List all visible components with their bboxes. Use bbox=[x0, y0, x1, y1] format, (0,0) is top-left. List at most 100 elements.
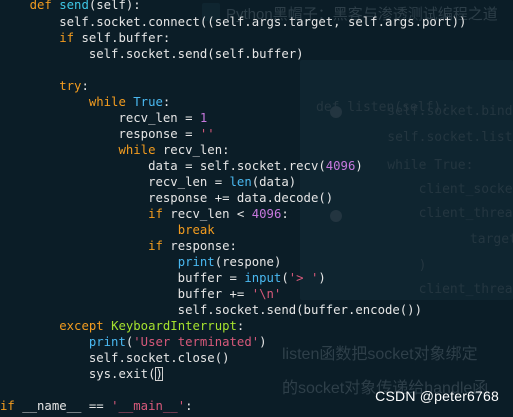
line-print-terminated[interactable]: print('User terminated') bbox=[0, 334, 267, 350]
code-token: response = bbox=[0, 127, 200, 141]
code-token: (data) bbox=[251, 175, 297, 189]
code-token: : bbox=[81, 79, 89, 93]
code-token: recv_len = bbox=[0, 111, 200, 125]
line-recv-len[interactable]: recv_len = 1 bbox=[0, 110, 207, 126]
line-break[interactable]: break bbox=[0, 222, 215, 238]
line-len-data[interactable]: recv_len = len(data) bbox=[0, 174, 296, 190]
code-token: ( bbox=[281, 271, 289, 285]
code-token: def bbox=[29, 0, 60, 12]
code-token: self.socket.close() bbox=[0, 351, 230, 365]
text-cursor: ) bbox=[155, 367, 163, 381]
line-except[interactable]: except KeyboardInterrupt: bbox=[0, 318, 244, 334]
line-socket-close[interactable]: self.socket.close() bbox=[0, 350, 230, 366]
code-token: if bbox=[148, 207, 171, 221]
code-token: ) bbox=[259, 335, 267, 349]
line-data-recv[interactable]: data = self.socket.recv(4096) bbox=[0, 158, 363, 174]
code-token: while bbox=[118, 143, 163, 157]
code-token: print bbox=[88, 335, 126, 349]
code-token: buffer += bbox=[0, 287, 252, 301]
code-token: ) bbox=[318, 271, 326, 285]
code-token: if bbox=[148, 239, 171, 253]
line-if-response[interactable]: if response: bbox=[0, 238, 237, 254]
ghost-code-line: client_thread. bbox=[356, 282, 513, 297]
code-token: recv_len = bbox=[0, 175, 230, 189]
code-token: data = self.socket.recv( bbox=[0, 159, 326, 173]
line-if-main[interactable]: if __name__ == '__main__': bbox=[0, 398, 193, 414]
line-send-buffer[interactable]: self.socket.send(self.buffer) bbox=[0, 46, 304, 62]
code-token: : bbox=[162, 95, 171, 109]
code-token: '\n' bbox=[251, 287, 282, 301]
code-token: (respone) bbox=[214, 255, 282, 269]
code-token: if bbox=[59, 31, 82, 45]
ghost-info-icon bbox=[330, 106, 342, 118]
code-token: self.buffer: bbox=[81, 31, 171, 45]
ghost-code-line: client_socket bbox=[356, 182, 513, 197]
code-token: : bbox=[236, 319, 245, 333]
code-token: 1 bbox=[199, 111, 208, 125]
code-token: self.socket.connect((self.args.target, s… bbox=[0, 15, 467, 29]
ghost-info-icon bbox=[330, 210, 342, 222]
line-response[interactable]: response = '' bbox=[0, 126, 215, 142]
line-print-respone[interactable]: print(respone) bbox=[0, 254, 282, 270]
ghost-code-line: self.socket.bind( bbox=[356, 104, 513, 119]
code-token: break bbox=[177, 223, 215, 237]
code-token: KeyboardInterrupt bbox=[111, 319, 237, 333]
code-token: 'User terminated' bbox=[133, 335, 260, 349]
code-token: ) bbox=[355, 159, 363, 173]
line-buffer-newline[interactable]: buffer += '\n' bbox=[0, 286, 282, 302]
code-token: sys.exit( bbox=[0, 367, 156, 381]
code-token: 4096 bbox=[325, 159, 356, 173]
code-token: (self): bbox=[88, 0, 141, 12]
line-decode[interactable]: response += data.decode() bbox=[0, 190, 333, 206]
line-buffer-input[interactable]: buffer = input('> ') bbox=[0, 270, 326, 286]
line-def-send[interactable]: def send(self): bbox=[0, 0, 141, 13]
code-token: response += data.decode() bbox=[0, 191, 334, 205]
line-try[interactable]: try: bbox=[0, 78, 89, 94]
watermark: CSDN @peter6768 bbox=[375, 388, 499, 404]
ghost-code-line: self.socket.listen( bbox=[387, 130, 513, 145]
code-token: : bbox=[185, 399, 193, 413]
line-while-recv[interactable]: while recv_len: bbox=[0, 142, 230, 158]
code-token: True bbox=[133, 95, 163, 109]
ghost-paragraph: listen函数把socket对象绑定 bbox=[282, 346, 478, 363]
line-if-buffer[interactable]: if self.buffer: bbox=[0, 30, 170, 46]
ghost-code-block bbox=[300, 60, 513, 300]
code-token: try bbox=[59, 79, 82, 93]
code-token: recv_len < bbox=[170, 207, 252, 221]
line-connect[interactable]: self.socket.connect((self.args.target, s… bbox=[0, 14, 466, 30]
code-token: recv_len: bbox=[162, 143, 230, 157]
code-token: input bbox=[244, 271, 282, 285]
code-token: '' bbox=[199, 127, 215, 141]
code-token: 4096 bbox=[251, 207, 282, 221]
code-token: len bbox=[229, 175, 252, 189]
ghost-code-line: target=se bbox=[469, 232, 513, 247]
code-token: '> ' bbox=[288, 271, 319, 285]
line-while-true[interactable]: while True: bbox=[0, 94, 170, 110]
ghost-code-line: client_thread = bbox=[418, 206, 513, 221]
code-token: except bbox=[59, 319, 112, 333]
code-token: while bbox=[88, 95, 134, 109]
line-sys-exit[interactable]: sys.exit() bbox=[0, 366, 163, 382]
code-token: send bbox=[59, 0, 89, 12]
code-token: print bbox=[177, 255, 215, 269]
code-token: response: bbox=[170, 239, 237, 253]
code-token: self.socket.send(self.buffer) bbox=[0, 47, 304, 61]
line-if-recv-lt[interactable]: if recv_len < 4096: bbox=[0, 206, 289, 222]
code-token: buffer = bbox=[0, 271, 245, 285]
ghost-code-line: ) bbox=[356, 258, 427, 273]
code-token: '__main__' bbox=[111, 399, 186, 413]
code-editor[interactable]: Python黑帽子：黑客与渗透测试编程之道 def listen(self): … bbox=[0, 0, 513, 417]
code-token: : bbox=[281, 207, 289, 221]
line-send-encode[interactable]: self.socket.send(buffer.encode()) bbox=[0, 302, 422, 318]
